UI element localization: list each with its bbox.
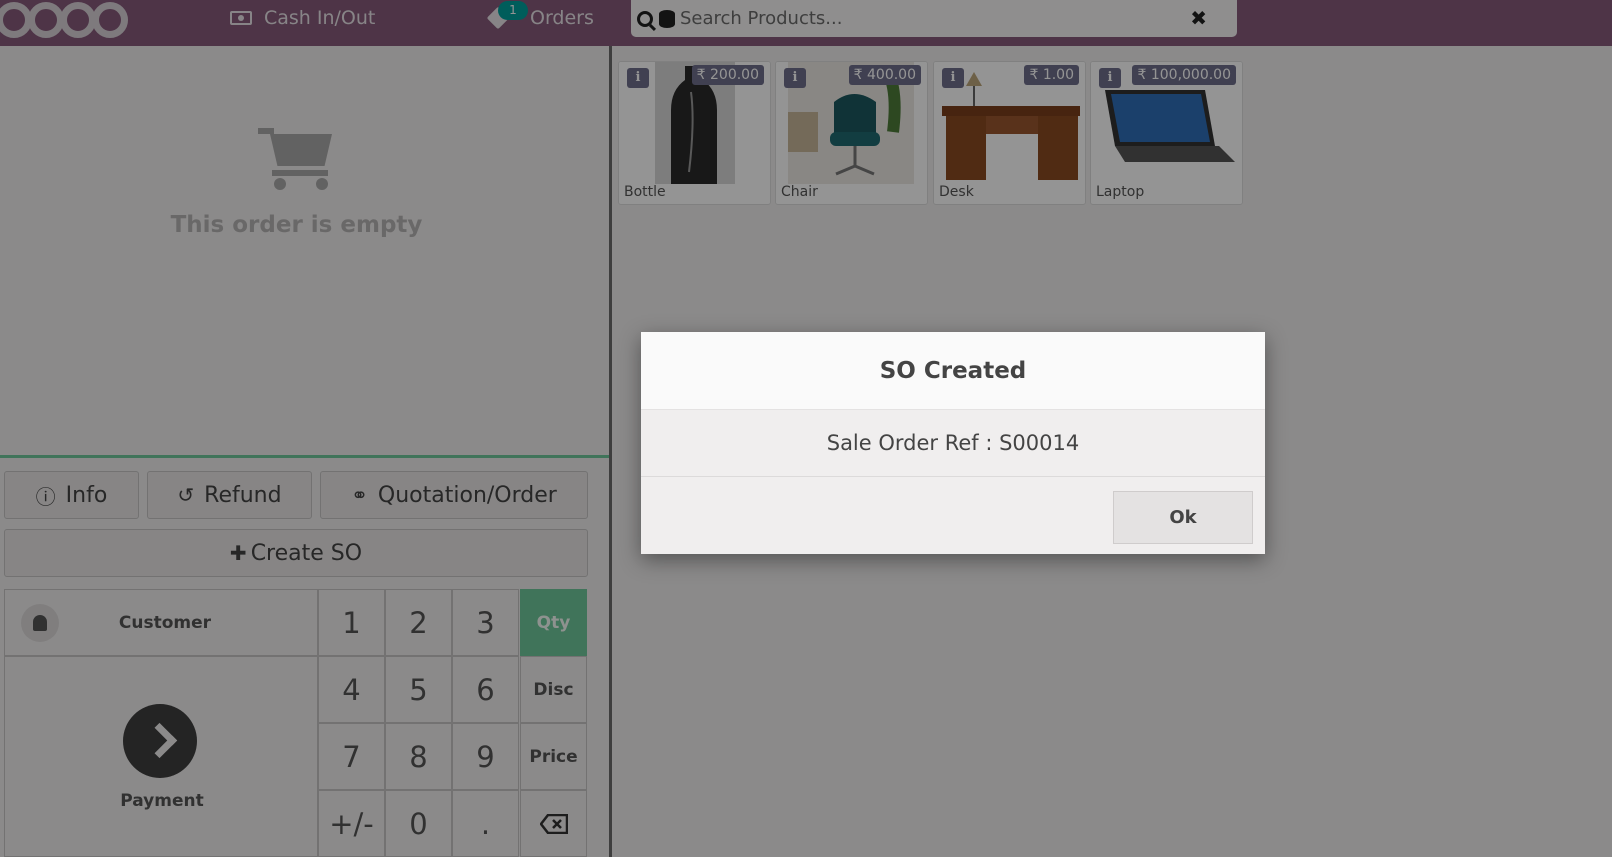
- dialog-message: Sale Order Ref : S00014: [641, 410, 1265, 477]
- so-created-dialog: SO Created Sale Order Ref : S00014 Ok: [641, 332, 1265, 554]
- dialog-title: SO Created: [641, 332, 1265, 410]
- ok-button[interactable]: Ok: [1113, 491, 1253, 544]
